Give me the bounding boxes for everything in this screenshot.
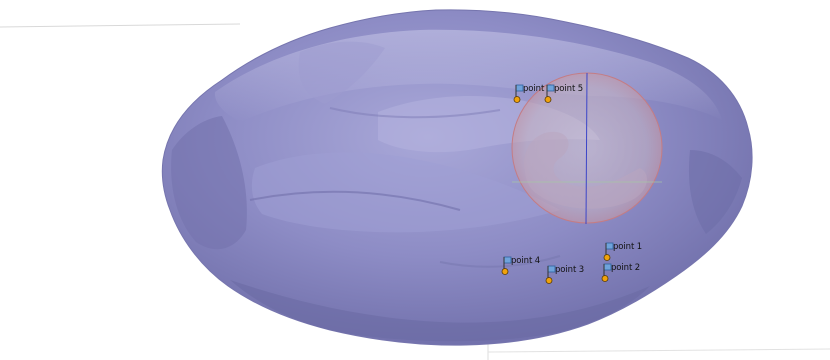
marker-label: point 5 (554, 84, 584, 94)
grid-line (0, 23, 241, 28)
marker-label: point 2 (611, 263, 641, 273)
marker-label: point 1 (613, 242, 643, 252)
marker-label: point 4 (511, 256, 541, 266)
grid-line (487, 348, 830, 353)
scene-canvas[interactable] (0, 0, 830, 360)
marker-label: point 3 (555, 265, 585, 275)
3d-viewport[interactable]: point 6 point 5 point 1 point 2 point 4 … (0, 0, 830, 360)
